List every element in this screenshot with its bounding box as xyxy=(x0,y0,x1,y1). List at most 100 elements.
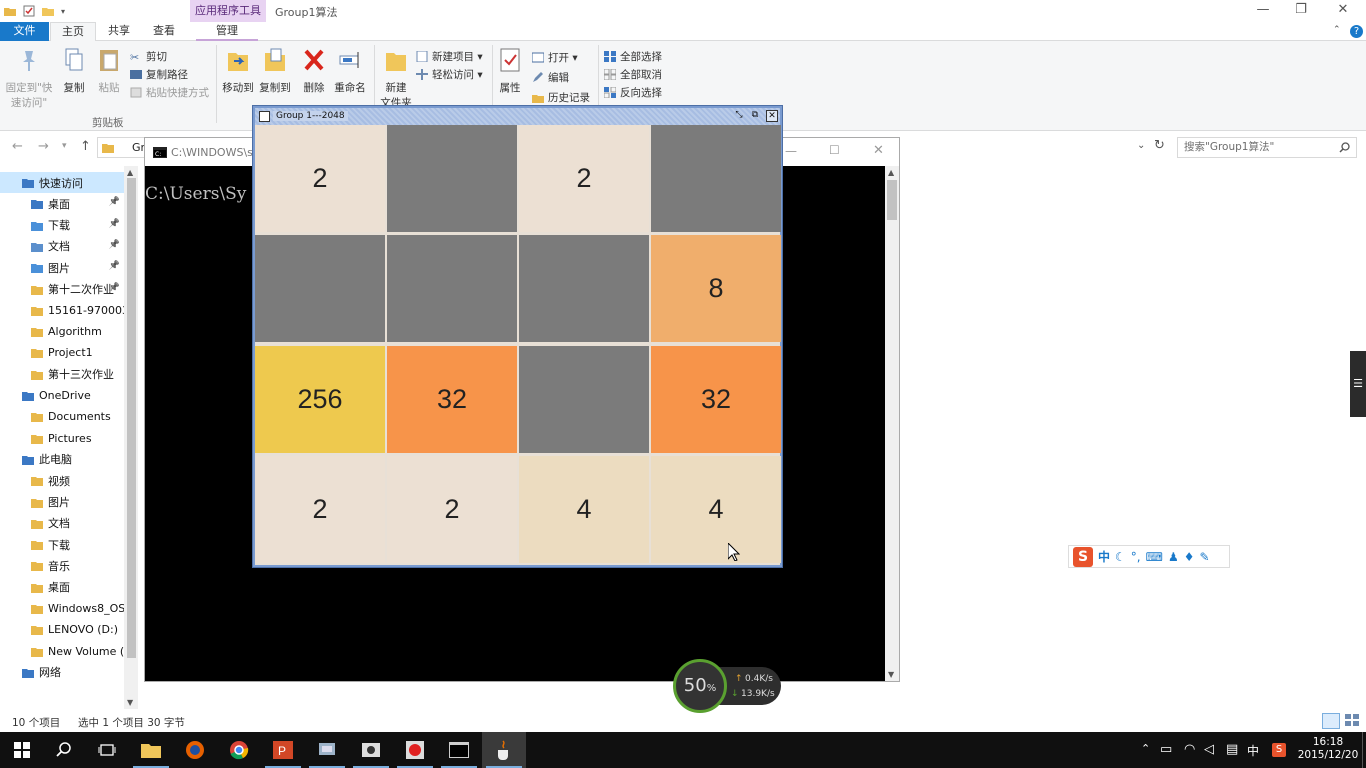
nav-pane-scroll-thumb[interactable] xyxy=(127,178,136,658)
copy-button[interactable]: 复制 xyxy=(58,47,90,95)
volume-icon[interactable]: ◁ xyxy=(1204,742,1214,757)
nav-item[interactable]: 此电脑 xyxy=(0,449,124,470)
system-clock[interactable]: 16:18 2015/12/20 xyxy=(1295,736,1361,762)
nav-item[interactable]: New Volume (E xyxy=(0,641,124,662)
console-maximize-button[interactable]: ☐ xyxy=(829,143,840,157)
pinned-icon[interactable]: 📌 xyxy=(109,261,120,271)
nav-item[interactable]: 桌面 📌 xyxy=(0,193,124,214)
search-button[interactable] xyxy=(42,732,86,768)
taskbar-console[interactable] xyxy=(437,732,481,768)
keyboard-icon[interactable]: ⌨ xyxy=(1146,550,1163,564)
memory-usage-gauge[interactable]: 50% xyxy=(673,659,727,713)
tab-home[interactable]: 主页 xyxy=(50,22,96,42)
taskbar-powerpoint[interactable]: P xyxy=(261,732,305,768)
details-view-icon[interactable] xyxy=(1322,713,1340,729)
console-scroll-thumb[interactable] xyxy=(887,180,897,220)
show-hidden-icons-icon[interactable]: ⌃ xyxy=(1141,742,1150,755)
pinned-icon[interactable]: 📌 xyxy=(109,219,120,229)
nav-item[interactable]: Documents xyxy=(0,406,124,427)
nav-item[interactable]: 下载 📌 xyxy=(0,215,124,236)
scroll-up-icon[interactable]: ▲ xyxy=(888,168,894,177)
back-arrow-icon[interactable]: ← xyxy=(12,139,23,154)
game-iconify-button[interactable]: ⤡ xyxy=(733,110,745,122)
cut-button[interactable]: ✂ 剪切 xyxy=(130,48,167,64)
restore-button[interactable]: ❐ xyxy=(1278,0,1324,22)
punctuation-icon[interactable]: °, xyxy=(1131,550,1141,564)
taskbar-app-recorder[interactable] xyxy=(393,732,437,768)
battery-icon[interactable]: ▭ xyxy=(1160,742,1172,757)
nav-item[interactable]: 快速访问 xyxy=(0,172,124,193)
delete-button[interactable]: 删除 xyxy=(298,47,330,95)
console-minimize-button[interactable]: — xyxy=(785,144,797,158)
pin-quick-access-button[interactable]: 固定到"快速访问" xyxy=(4,47,54,110)
customize-qat-icon[interactable]: ▾ xyxy=(61,7,65,16)
moon-icon[interactable]: ☾ xyxy=(1115,550,1126,564)
user-icon[interactable]: ♟ xyxy=(1168,550,1179,564)
nav-item[interactable]: 视频 xyxy=(0,470,124,491)
nav-item[interactable]: 文档 📌 xyxy=(0,236,124,257)
invert-selection-button[interactable]: 反向选择 xyxy=(604,84,662,100)
history-button[interactable]: 历史记录 xyxy=(532,89,590,105)
address-dropdown-icon[interactable]: ⌄ xyxy=(1137,140,1145,151)
start-button[interactable] xyxy=(0,732,44,768)
ime-mode-toggle[interactable]: 中 xyxy=(1098,548,1110,565)
game-titlebar[interactable]: Group 1---2048 ⤡ ⧉ ✕ xyxy=(255,108,780,125)
select-all-button[interactable]: 全部选择 xyxy=(604,48,662,64)
taskbar-chrome[interactable] xyxy=(217,732,261,768)
side-panel-toggle-icon[interactable]: ☰ xyxy=(1350,351,1366,417)
taskbar-file-explorer[interactable] xyxy=(129,732,173,768)
properties-button[interactable]: 属性 xyxy=(496,47,524,95)
pinned-icon[interactable]: 📌 xyxy=(109,197,120,207)
collapse-ribbon-icon[interactable]: ⌃ xyxy=(1333,25,1341,35)
copy-path-button[interactable]: 复制路径 xyxy=(130,66,188,82)
easy-access-button[interactable]: 轻松访问 ▾ xyxy=(416,66,483,82)
taskbar-app-network[interactable] xyxy=(305,732,349,768)
up-arrow-icon[interactable]: ↑ xyxy=(80,139,91,154)
taskbar-java[interactable] xyxy=(482,732,526,768)
nav-item[interactable]: Pictures xyxy=(0,428,124,449)
skin-icon[interactable]: ♦ xyxy=(1184,550,1195,564)
tab-file[interactable]: 文件 xyxy=(0,22,49,41)
new-folder-button[interactable]: 新建 文件夹 xyxy=(378,47,414,110)
new-item-button[interactable]: 新建项目 ▾ xyxy=(416,48,483,64)
nav-item[interactable]: OneDrive xyxy=(0,385,124,406)
tab-manage[interactable]: 管理 xyxy=(196,22,258,41)
edit-button[interactable]: 编辑 xyxy=(532,69,569,85)
nav-item[interactable]: 桌面 xyxy=(0,577,124,598)
scroll-down-icon[interactable]: ▼ xyxy=(127,698,133,707)
open-button[interactable]: 打开 ▾ xyxy=(532,49,578,65)
ime-indicator[interactable]: 中 xyxy=(1247,742,1259,759)
ime-toolbar[interactable]: S 中 ☾ °, ⌨ ♟ ♦ ✎ xyxy=(1068,545,1230,568)
address-bar[interactable]: Gr xyxy=(97,137,147,158)
action-center-icon[interactable]: ▤ xyxy=(1226,742,1238,757)
move-to-button[interactable]: 移动到 xyxy=(220,47,256,95)
nav-item[interactable]: 音乐 xyxy=(0,555,124,576)
pinned-icon[interactable]: 📌 xyxy=(109,283,120,293)
taskbar-firefox[interactable] xyxy=(173,732,217,768)
sogou-tray-icon[interactable]: S xyxy=(1272,743,1286,757)
help-icon[interactable]: ? xyxy=(1350,25,1363,38)
copy-to-button[interactable]: 复制到 xyxy=(257,47,293,95)
console-close-button[interactable]: ✕ xyxy=(873,143,884,158)
nav-item[interactable]: Windows8_OS xyxy=(0,598,124,619)
rename-button[interactable]: 重命名 xyxy=(332,47,368,95)
nav-item[interactable]: 文档 xyxy=(0,513,124,534)
game-board[interactable]: 2 2 8 256 32 32 2 2 4 4 xyxy=(255,125,781,565)
game-close-button[interactable]: ✕ xyxy=(766,110,778,122)
wifi-icon[interactable]: ◠ xyxy=(1184,742,1195,757)
scroll-down-icon[interactable]: ▼ xyxy=(888,670,894,679)
paste-shortcut-button[interactable]: 粘贴快捷方式 xyxy=(130,84,209,100)
console-scrollbar[interactable]: ▲ ▼ xyxy=(885,166,899,681)
nav-item[interactable]: 15161-970003- xyxy=(0,300,124,321)
wrench-icon[interactable]: ✎ xyxy=(1199,550,1209,564)
nav-item[interactable]: LENOVO (D:) xyxy=(0,619,124,640)
game-maximize-button[interactable]: ⧉ xyxy=(749,110,761,122)
new-folder-icon[interactable] xyxy=(42,5,54,17)
recent-locations-icon[interactable]: ▾ xyxy=(62,141,67,151)
game-window[interactable]: Group 1---2048 ⤡ ⧉ ✕ 2 2 8 256 32 32 2 2 4 4 xyxy=(252,105,783,568)
nav-item[interactable]: 下载 xyxy=(0,534,124,555)
search-input[interactable]: 搜索"Group1算法" xyxy=(1177,137,1357,158)
task-view-button[interactable] xyxy=(85,732,129,768)
tab-view[interactable]: 查看 xyxy=(143,22,185,41)
nav-item[interactable]: 第十三次作业 xyxy=(0,364,124,385)
